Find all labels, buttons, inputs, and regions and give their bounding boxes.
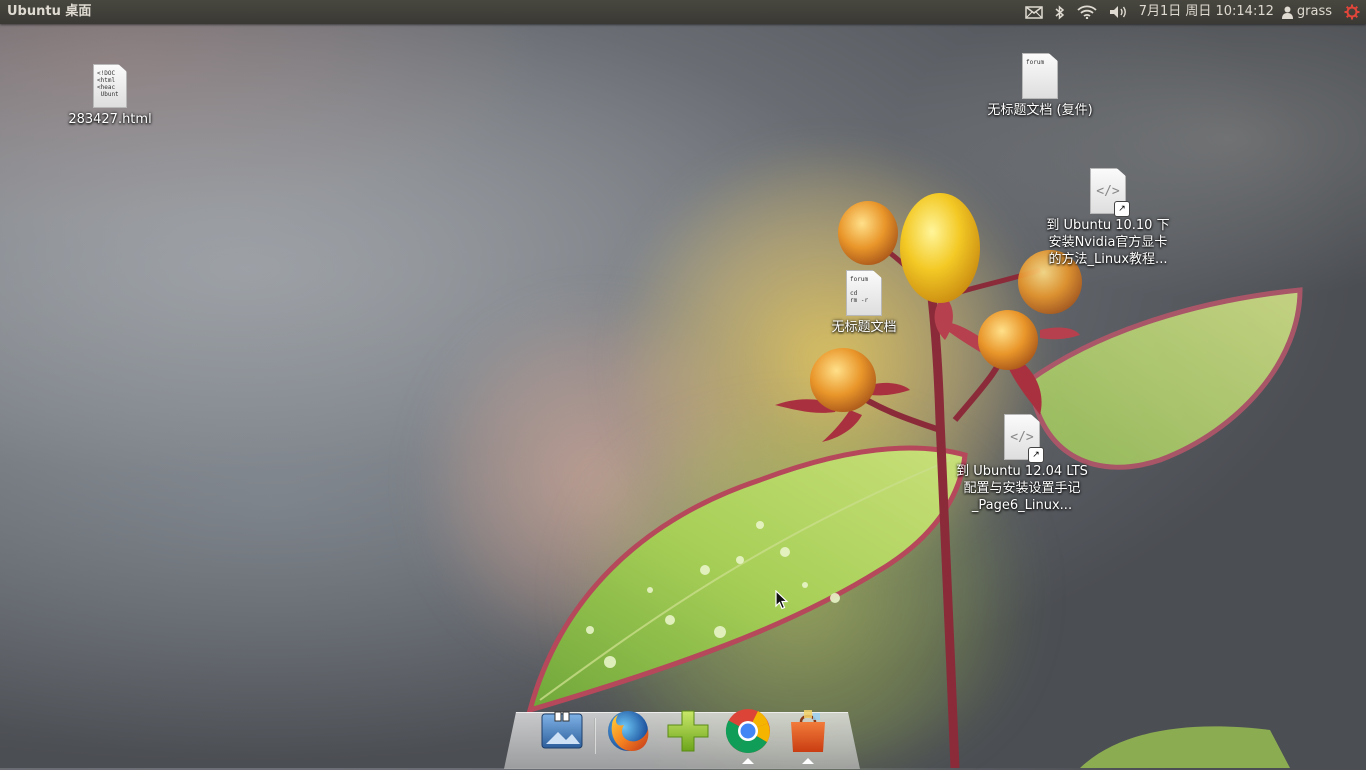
symlink-arrow-icon: ↗ [1114,201,1130,217]
desktop-icon-label: 无标题文档 (复件) [987,103,1093,118]
html-file-icon: <!DOC <html <heac Ubunt [93,64,127,108]
dock-item-firefox[interactable] [604,706,652,756]
desktop-icon-label: 无标题文档 [831,320,897,335]
chrome-icon [725,709,770,753]
running-indicator [802,758,814,764]
desktop-icon-label: 283427.html [68,112,152,127]
clock[interactable]: 7月1日 周日 10:14:12 [1135,0,1280,24]
indicator-area: 7月1日 周日 10:14:12 grass [1019,0,1366,24]
mail-icon[interactable] [1019,0,1049,24]
power-gear-icon[interactable] [1340,0,1366,24]
symlink-arrow-icon: ↗ [1028,447,1044,463]
top-panel: Ubuntu 桌面 7月1日 周日 10:14:12 grass [0,0,1366,24]
desktop-icon-label-line: 的方法_Linux教程... [1048,252,1168,267]
desktop-icon-label-line: 配置与安装设置手记 [963,481,1081,496]
plus-icon [667,710,709,752]
user-menu[interactable]: grass [1280,0,1340,24]
volume-icon[interactable] [1103,0,1135,24]
shopping-bag-icon [791,710,825,752]
desktop-link-ubuntu-1204-lts[interactable]: </> ↗ 到 Ubuntu 12.04 LTS 配置与安装设置手记 _Page… [947,414,1097,514]
user-name: grass [1296,4,1332,19]
desktop-icon-label-line: 安装Nvidia官方显卡 [1048,235,1168,250]
running-indicator [742,758,754,764]
desktop-link-ubuntu-1010-nvidia[interactable]: </> ↗ 到 Ubuntu 10.10 下 安装Nvidia官方显卡 的方法_… [1033,168,1183,268]
desktop-icon-label-line: 到 Ubuntu 12.04 LTS [956,464,1088,479]
dock [504,706,860,769]
bluetooth-icon[interactable] [1049,0,1071,24]
desktop-file-untitled[interactable]: forum cd rm -r 无标题文档 [814,270,914,336]
wifi-icon[interactable] [1071,0,1103,24]
text-file-icon: forum cd rm -r [846,270,882,316]
text-file-icon: forum [1022,53,1058,99]
desktop-icon-label-line: 到 Ubuntu 10.10 下 [1046,218,1170,233]
dock-item-chrome[interactable] [724,706,772,764]
desktop-icon-label-line: _Page6_Linux... [971,498,1073,513]
dock-item-desktop-switcher[interactable] [538,706,586,756]
dock-separator [594,718,596,754]
desktop-file-untitled-copy[interactable]: forum 无标题文档 (复件) [975,53,1105,119]
mouse-cursor-icon [775,590,789,610]
workspace-switcher-icon [541,711,583,749]
panel-title: Ubuntu 桌面 [7,4,92,19]
user-icon [1281,6,1293,19]
dock-item-software-center[interactable] [784,706,832,764]
wallpaper-plant [526,193,1303,768]
desktop-file-283427-html[interactable]: <!DOC <html <heac Ubunt 283427.html [60,64,160,128]
dock-item-add[interactable] [664,706,712,756]
firefox-icon [608,711,649,751]
